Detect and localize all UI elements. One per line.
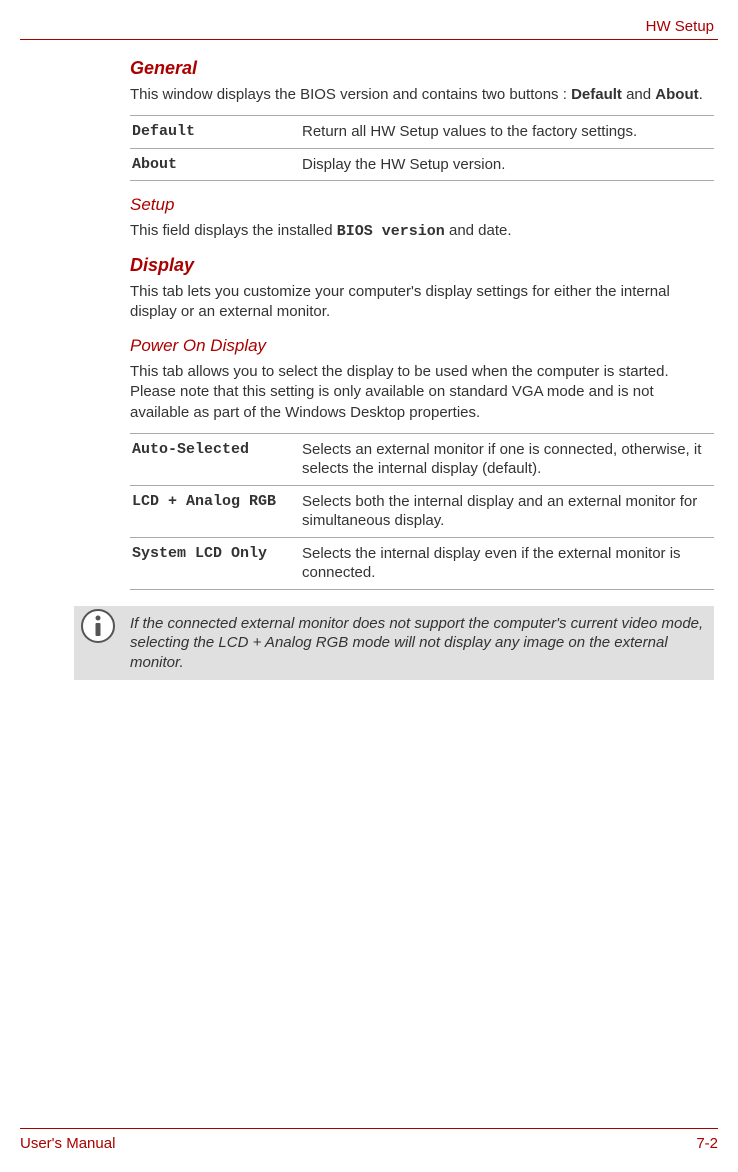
heading-display: Display (130, 255, 714, 276)
text: This window displays the BIOS version an… (130, 86, 571, 103)
table-row: Default Return all HW Setup values to th… (130, 116, 714, 149)
term: About (130, 148, 300, 181)
heading-general: General (130, 58, 714, 79)
term: System LCD Only (130, 537, 300, 589)
desc: Return all HW Setup values to the factor… (300, 116, 714, 149)
desc: Selects an external monitor if one is co… (300, 433, 714, 485)
heading-power-on-display: Power On Display (130, 336, 714, 356)
text: This field displays the installed (130, 222, 337, 239)
text: . (699, 86, 703, 103)
bold-about: About (655, 86, 698, 103)
table-row: LCD + Analog RGB Selects both the intern… (130, 485, 714, 537)
table-row: Auto-Selected Selects an external monito… (130, 433, 714, 485)
desc: Selects both the internal display and an… (300, 485, 714, 537)
footer-rule (20, 1128, 718, 1129)
text: and (622, 86, 655, 103)
footer: User's Manual 7-2 (20, 1128, 718, 1152)
text: and date. (445, 222, 512, 239)
general-intro: This window displays the BIOS version an… (130, 85, 714, 105)
term: Default (130, 116, 300, 149)
info-icon (80, 608, 116, 644)
display-text: This tab lets you customize your compute… (130, 282, 714, 323)
note: If the connected external monitor does n… (74, 606, 714, 681)
page: HW Setup General This window displays th… (0, 0, 738, 1172)
desc: Display the HW Setup version. (300, 148, 714, 181)
footer-left: User's Manual (20, 1135, 115, 1152)
content: General This window displays the BIOS ve… (130, 58, 714, 680)
header-rule (20, 39, 718, 40)
power-on-display-table: Auto-Selected Selects an external monito… (130, 433, 714, 590)
setup-text: This field displays the installed BIOS v… (130, 221, 714, 242)
heading-setup: Setup (130, 195, 714, 215)
footer-row: User's Manual 7-2 (20, 1135, 718, 1152)
term: LCD + Analog RGB (130, 485, 300, 537)
header-title: HW Setup (20, 18, 718, 35)
bold-default: Default (571, 86, 622, 103)
general-table: Default Return all HW Setup values to th… (130, 115, 714, 181)
term: Auto-Selected (130, 433, 300, 485)
mono-bios-version: BIOS version (337, 223, 445, 240)
note-text: If the connected external monitor does n… (74, 606, 714, 681)
power-on-display-text: This tab allows you to select the displa… (130, 362, 714, 423)
desc: Selects the internal display even if the… (300, 537, 714, 589)
footer-right: 7-2 (696, 1135, 718, 1152)
table-row: System LCD Only Selects the internal dis… (130, 537, 714, 589)
table-row: About Display the HW Setup version. (130, 148, 714, 181)
